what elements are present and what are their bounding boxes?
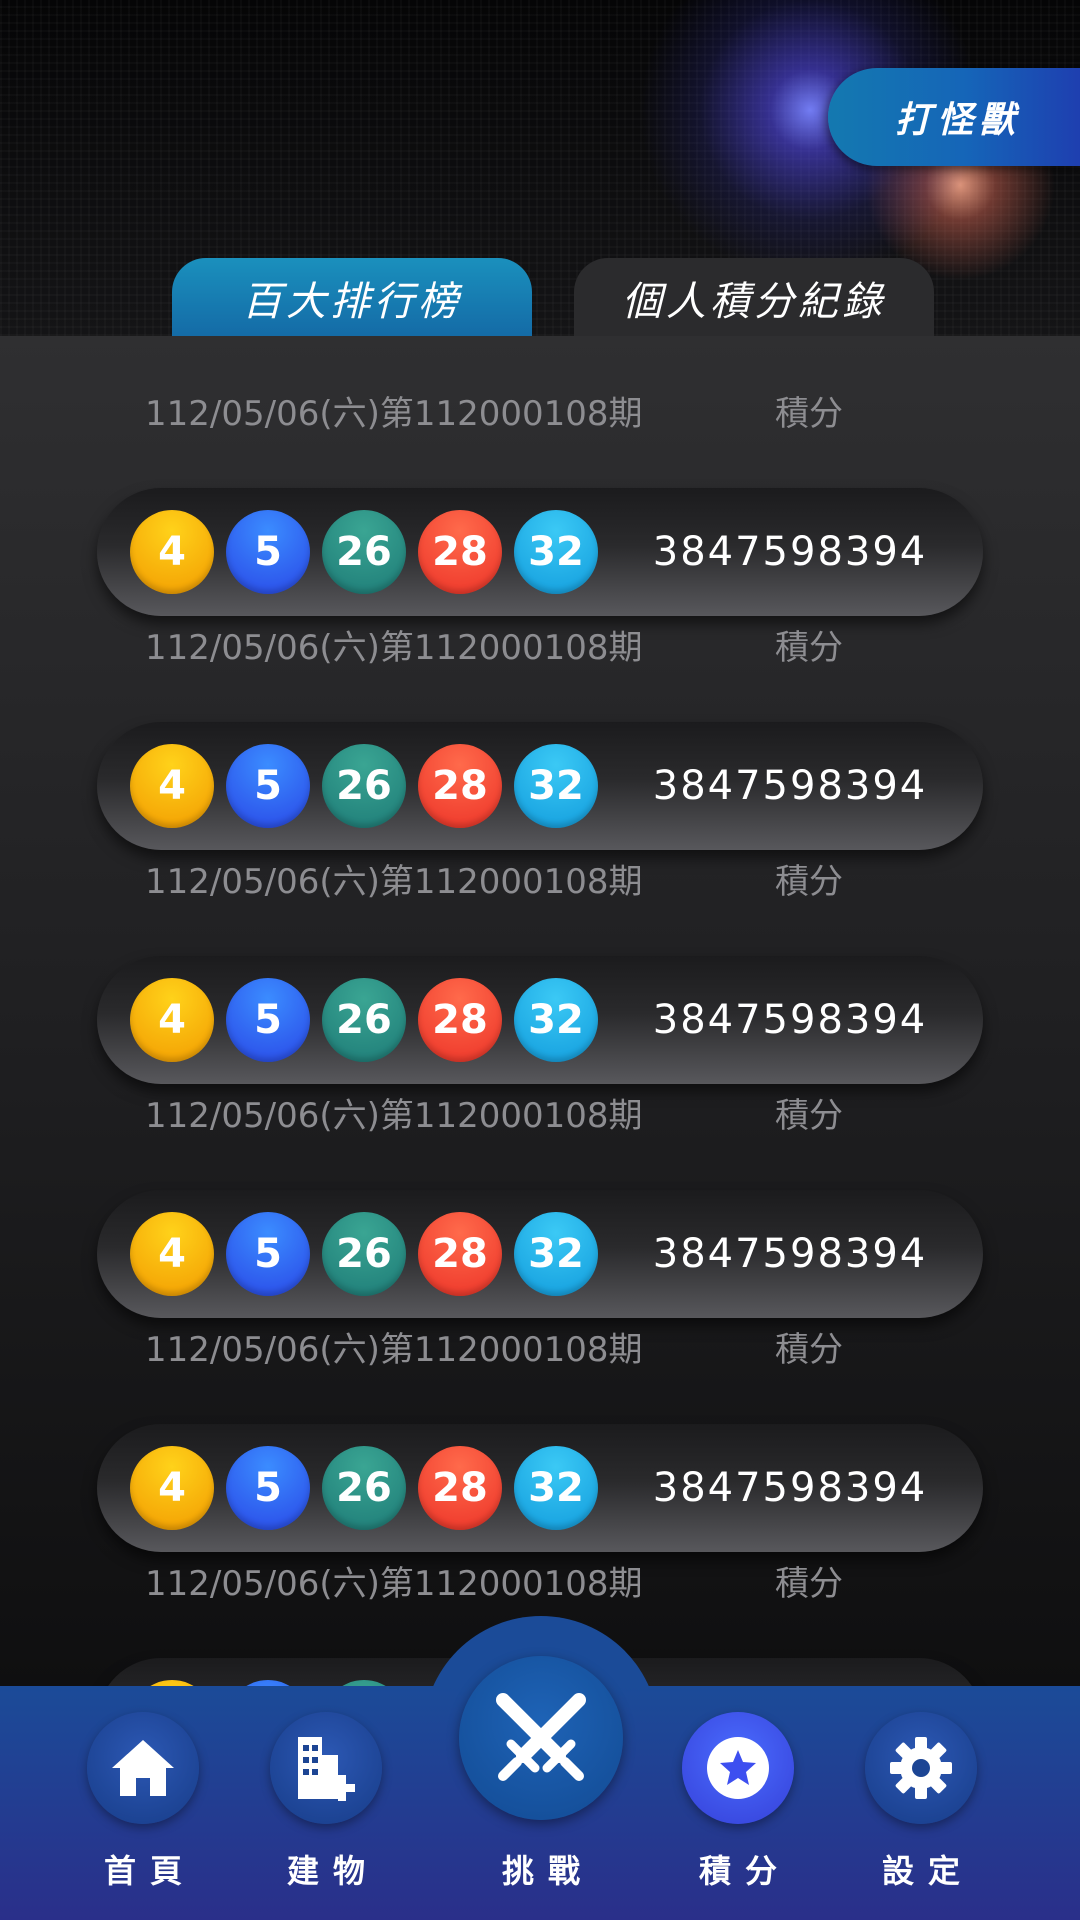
score-label: 積分 [775,393,843,434]
number-ball: 26 [322,978,406,1062]
score-label: 積分 [775,861,843,902]
number-row: 4 5 26 28 32 3847598394 [97,1190,983,1318]
tab-personal-score-record[interactable]: 個人積分紀錄 [574,258,934,338]
nav-item-score[interactable]: 積分 [658,1686,818,1920]
number-ball: 32 [514,744,598,828]
building-add-icon [270,1712,382,1824]
number-row: 4 5 26 28 32 3847598394 [97,722,983,850]
number-ball: 5 [226,1212,310,1296]
draw-date-period: 112/05/06(六)第112000108期 [145,393,643,434]
list-item: 112/05/06(六)第112000108期 積分 4 5 26 28 32 … [0,1316,1080,1552]
nav-label: 積分 [698,1852,791,1890]
nav-item-building[interactable]: 建物 [246,1686,406,1920]
entry-header: 112/05/06(六)第112000108期 積分 [145,848,925,908]
nav-item-home[interactable]: 首頁 [63,1686,223,1920]
tab-label: 個人積分紀錄 [622,279,886,325]
draw-date-period: 112/05/06(六)第112000108期 [145,627,643,668]
number-ball: 32 [514,1212,598,1296]
number-ball: 28 [418,978,502,1062]
number-ball: 5 [226,1446,310,1530]
nav-item-challenge[interactable]: 挑戰 [441,1636,641,1920]
score-value: 3847598394 [637,1658,943,1686]
number-ball: 5 [226,744,310,828]
number-ball: 32 [514,510,598,594]
list-item: 112/05/06(六)第112000108期 積分 4 5 26 28 32 … [0,614,1080,850]
number-ball: 5 [226,978,310,1062]
number-ball: 4 [130,1212,214,1296]
entry-header: 112/05/06(六)第112000108期 積分 [145,614,925,674]
number-row: 4 5 26 28 32 3847598394 [97,956,983,1084]
entry-header: 112/05/06(六)第112000108期 積分 [145,1316,925,1376]
number-ball: 28 [418,1446,502,1530]
nav-label: 挑戰 [501,1852,594,1890]
number-ball: 28 [418,510,502,594]
number-ball: 4 [130,744,214,828]
nav-label: 首頁 [103,1852,196,1890]
tab-label: 百大排行榜 [242,279,462,325]
tab-top-100-ranking[interactable]: 百大排行榜 [172,258,532,338]
home-icon [87,1712,199,1824]
nav-label: 建物 [286,1852,379,1890]
score-value: 3847598394 [652,1231,928,1277]
draw-date-period: 112/05/06(六)第112000108期 [145,1095,643,1136]
score-value: 3847598394 [652,997,928,1043]
list-item: 112/05/06(六)第112000108期 積分 4 5 26 28 32 … [0,380,1080,616]
score-value: 3847598394 [652,763,928,809]
entry-header: 112/05/06(六)第112000108期 積分 [145,380,925,440]
number-row: 4 5 26 28 32 3847598394 [97,1424,983,1552]
list-item: 112/05/06(六)第112000108期 積分 4 5 26 28 32 … [0,1082,1080,1318]
score-value: 3847598394 [652,1465,928,1511]
score-value: 3847598394 [652,529,928,575]
number-ball: 4 [130,978,214,1062]
number-ball: 26 [322,1446,406,1530]
nav-label: 設定 [881,1852,974,1890]
number-ball: 32 [514,1446,598,1530]
crossed-swords-icon [459,1656,623,1820]
score-label: 積分 [775,1329,843,1370]
nav-item-settings[interactable]: 設定 [841,1686,1001,1920]
score-label: 積分 [775,1095,843,1136]
number-ball: 26 [322,1212,406,1296]
score-record-list[interactable]: 112/05/06(六)第112000108期 積分 4 5 26 28 32 … [0,336,1080,1686]
number-ball: 26 [322,510,406,594]
fight-monster-label: 打怪獸 [894,100,1021,141]
number-ball: 28 [418,1212,502,1296]
fight-monster-button[interactable]: 打怪獸 [828,68,1080,166]
list-item: 112/05/06(六)第112000108期 積分 4 5 26 28 32 … [0,848,1080,1084]
score-label: 積分 [775,627,843,668]
draw-date-period: 112/05/06(六)第112000108期 [145,1329,643,1370]
hero-background: 打怪獸 百大排行榜 個人積分紀錄 [0,0,1080,338]
score-label: 積分 [775,1563,843,1604]
number-ball: 5 [226,510,310,594]
number-ball: 26 [322,744,406,828]
entry-header: 112/05/06(六)第112000108期 積分 [145,1550,925,1610]
draw-date-period: 112/05/06(六)第112000108期 [145,1563,643,1604]
gear-icon [865,1712,977,1824]
number-ball: 32 [514,978,598,1062]
star-badge-icon [682,1712,794,1824]
number-ball: 28 [418,744,502,828]
number-row: 4 5 26 28 32 3847598394 [97,488,983,616]
draw-date-period: 112/05/06(六)第112000108期 [145,861,643,902]
entry-header: 112/05/06(六)第112000108期 積分 [145,1082,925,1142]
number-ball: 4 [130,1446,214,1530]
number-ball: 4 [130,510,214,594]
